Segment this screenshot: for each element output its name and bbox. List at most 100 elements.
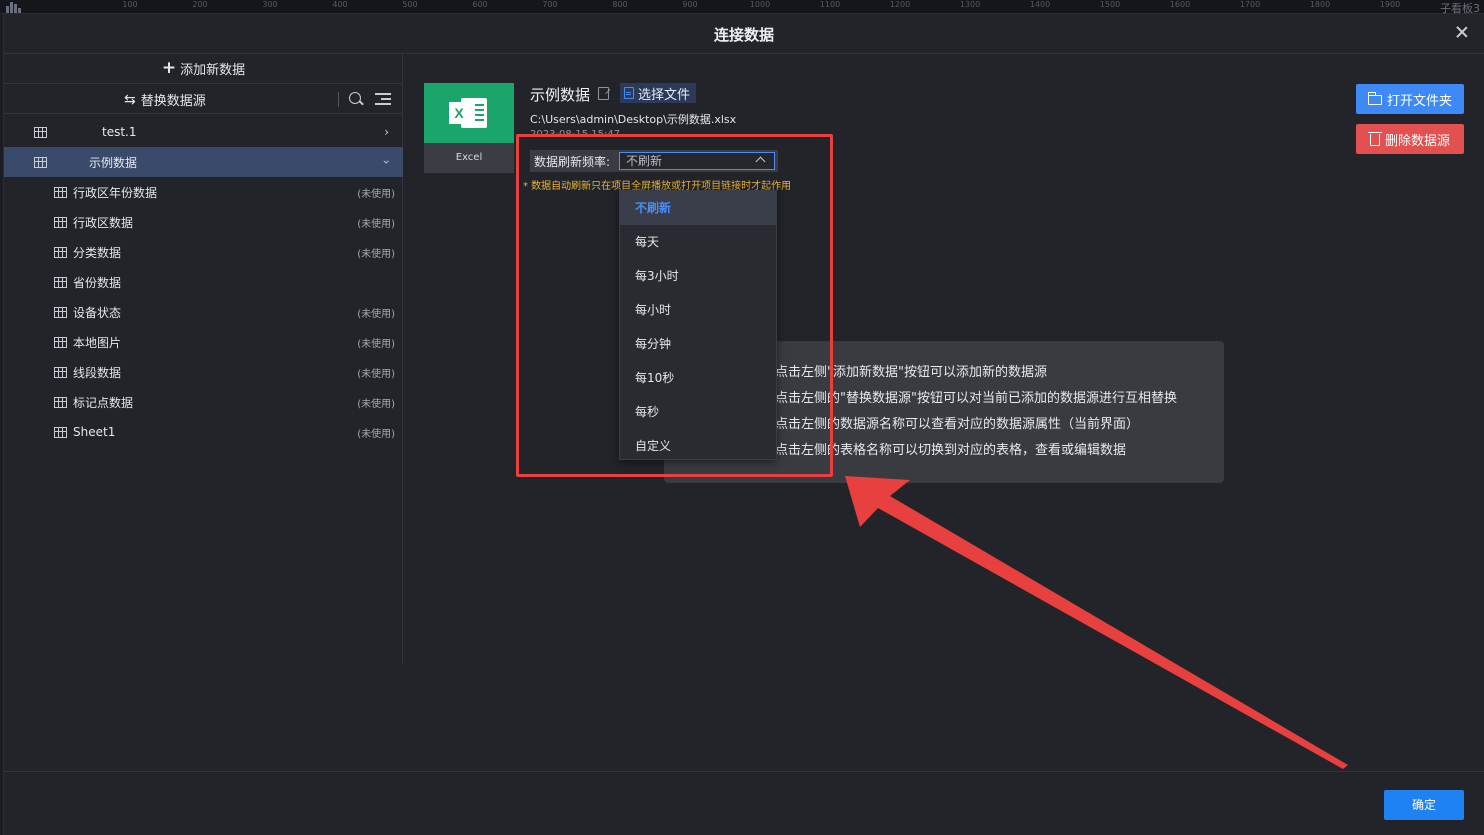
dropdown-option[interactable]: 每小时: [620, 293, 776, 327]
table-item[interactable]: 行政区年份数据 (未使用): [4, 177, 403, 207]
table-list: 行政区年份数据 (未使用) 行政区数据 (未使用) 分类数据 (未使用) 省份数据 设备状态 (…: [4, 177, 403, 447]
choose-file-button[interactable]: 选择文件: [620, 83, 697, 103]
excel-icon: X: [449, 96, 489, 130]
table-item[interactable]: 线段数据 (未使用): [4, 357, 403, 387]
dropdown-option[interactable]: 每分钟: [620, 327, 776, 361]
table-status: (未使用): [357, 368, 395, 380]
ruler-tick: 500: [402, 0, 418, 9]
divider: [338, 92, 339, 107]
table-item[interactable]: 行政区数据 (未使用): [4, 207, 403, 237]
ruler-tick: 700: [542, 0, 558, 9]
table-name: 本地图片: [73, 335, 122, 350]
ruler-tick: 1500: [1099, 0, 1121, 9]
ruler-tick: 1400: [1029, 0, 1051, 9]
dropdown-option[interactable]: 每10秒: [620, 361, 776, 395]
ruler-tick: 800: [612, 0, 628, 9]
dropdown-option[interactable]: 每天: [620, 225, 776, 259]
source-name: test.1: [102, 125, 137, 139]
ruler-tick: 200: [192, 0, 208, 9]
trash-icon: [1367, 132, 1382, 146]
tip-line: 点击左侧的数据源名称可以查看对应的数据源属性（当前界面）: [775, 417, 1140, 432]
table-icon: [54, 366, 67, 378]
table-item[interactable]: 省份数据: [4, 267, 403, 297]
table-icon: [54, 396, 67, 408]
source-item-active[interactable]: 示例数据 ›: [4, 147, 403, 177]
table-item[interactable]: 标记点数据 (未使用): [4, 387, 403, 417]
chevron-right-icon: ›: [384, 125, 389, 139]
table-status: (未使用): [357, 338, 395, 350]
close-icon[interactable]: [1454, 24, 1470, 40]
table-status: (未使用): [357, 188, 395, 200]
source-name: 示例数据: [89, 155, 138, 170]
ruler-tick: 300: [262, 0, 278, 9]
ruler-tick: 1800: [1309, 0, 1331, 9]
table-name: 线段数据: [73, 365, 122, 380]
table-name: 设备状态: [73, 305, 122, 320]
delete-source-button[interactable]: 删除数据源: [1356, 124, 1464, 154]
table-item[interactable]: 分类数据 (未使用): [4, 237, 403, 267]
table-name: 行政区数据: [73, 215, 134, 230]
open-folder-label: 打开文件夹: [1386, 93, 1452, 109]
source-tree: test.1 › 示例数据 › 行政区年份数据 (未使用) 行政区数据 (未使用) 分类…: [4, 117, 403, 447]
table-status: (未使用): [357, 398, 395, 410]
replace-row: ⇆ 替换数据源: [4, 84, 403, 114]
source-item[interactable]: test.1 ›: [4, 117, 403, 147]
table-name: 分类数据: [73, 245, 122, 260]
dropdown-option[interactable]: 自定义: [620, 429, 776, 463]
ruler-tick: 1100: [819, 0, 841, 9]
table-icon: [54, 246, 67, 258]
table-item[interactable]: 本地图片 (未使用): [4, 327, 403, 357]
delete-source-label: 删除数据源: [1384, 133, 1450, 149]
filter-list-icon[interactable]: [375, 93, 391, 105]
excel-tile: X Excel: [424, 83, 514, 173]
ruler-tick: 900: [682, 0, 698, 9]
confirm-button[interactable]: 确定: [1384, 790, 1464, 820]
ruler-tick: 600: [472, 0, 488, 9]
swap-icon: ⇆: [124, 91, 136, 108]
ruler-tick: 1700: [1239, 0, 1261, 9]
chevron-up-icon: [755, 156, 766, 167]
folder-icon: [1367, 92, 1382, 105]
modal-title: 连接数据: [713, 26, 774, 44]
table-status: (未使用): [357, 248, 395, 260]
ruler-tick: 1900: [1379, 0, 1401, 9]
add-data-button[interactable]: + 添加新数据: [4, 54, 403, 84]
table-icon: [54, 186, 67, 198]
refresh-frequency-row: 数据刷新频率: 不刷新: [530, 150, 778, 172]
chevron-down-icon: ›: [379, 159, 394, 165]
refresh-select[interactable]: 不刷新: [619, 152, 775, 170]
sidebar: + 添加新数据 ⇆ 替换数据源 test.1 › 示例数据 › 行政区年份数据 …: [4, 54, 403, 664]
table-status: (未使用): [357, 428, 395, 440]
datasource-type-label: Excel: [455, 152, 483, 163]
modal-footer: 确定: [4, 771, 1484, 835]
open-folder-button[interactable]: 打开文件夹: [1356, 84, 1464, 114]
dropdown-option[interactable]: 每秒: [620, 395, 776, 429]
ruler-tick: 1300: [959, 0, 981, 9]
ruler-tick: 1600: [1169, 0, 1191, 9]
replace-source-button[interactable]: ⇆ 替换数据源: [124, 90, 206, 110]
refresh-select-value: 不刷新: [626, 154, 663, 168]
dropdown-option[interactable]: 不刷新: [620, 191, 776, 225]
excel-logo: X: [424, 83, 514, 143]
datasource-title: 示例数据: [530, 86, 591, 104]
table-name: Sheet1: [73, 425, 116, 439]
table-icon: [54, 306, 67, 318]
table-icon: [34, 156, 47, 168]
ruler-tick: 400: [332, 0, 348, 9]
replace-source-label: 替换数据源: [140, 94, 206, 109]
ruler-tick: 100: [122, 0, 138, 9]
table-name: 省份数据: [73, 275, 122, 290]
dropdown-option[interactable]: 每3小时: [620, 259, 776, 293]
file-icon: [624, 87, 634, 99]
edit-icon[interactable]: [598, 87, 609, 100]
table-item[interactable]: Sheet1 (未使用): [4, 417, 403, 447]
table-item[interactable]: 设备状态 (未使用): [4, 297, 403, 327]
search-icon[interactable]: [348, 91, 364, 107]
modal-header: 连接数据: [4, 14, 1484, 54]
add-data-label: 添加新数据: [180, 63, 246, 78]
modified-date: 2023-08-15 15:47: [530, 129, 621, 140]
table-status: (未使用): [357, 308, 395, 320]
table-name: 标记点数据: [73, 395, 134, 410]
tip-line: 点击左侧"添加新数据"按钮可以添加新的数据源: [775, 365, 1047, 380]
table-name: 行政区年份数据: [73, 185, 158, 200]
